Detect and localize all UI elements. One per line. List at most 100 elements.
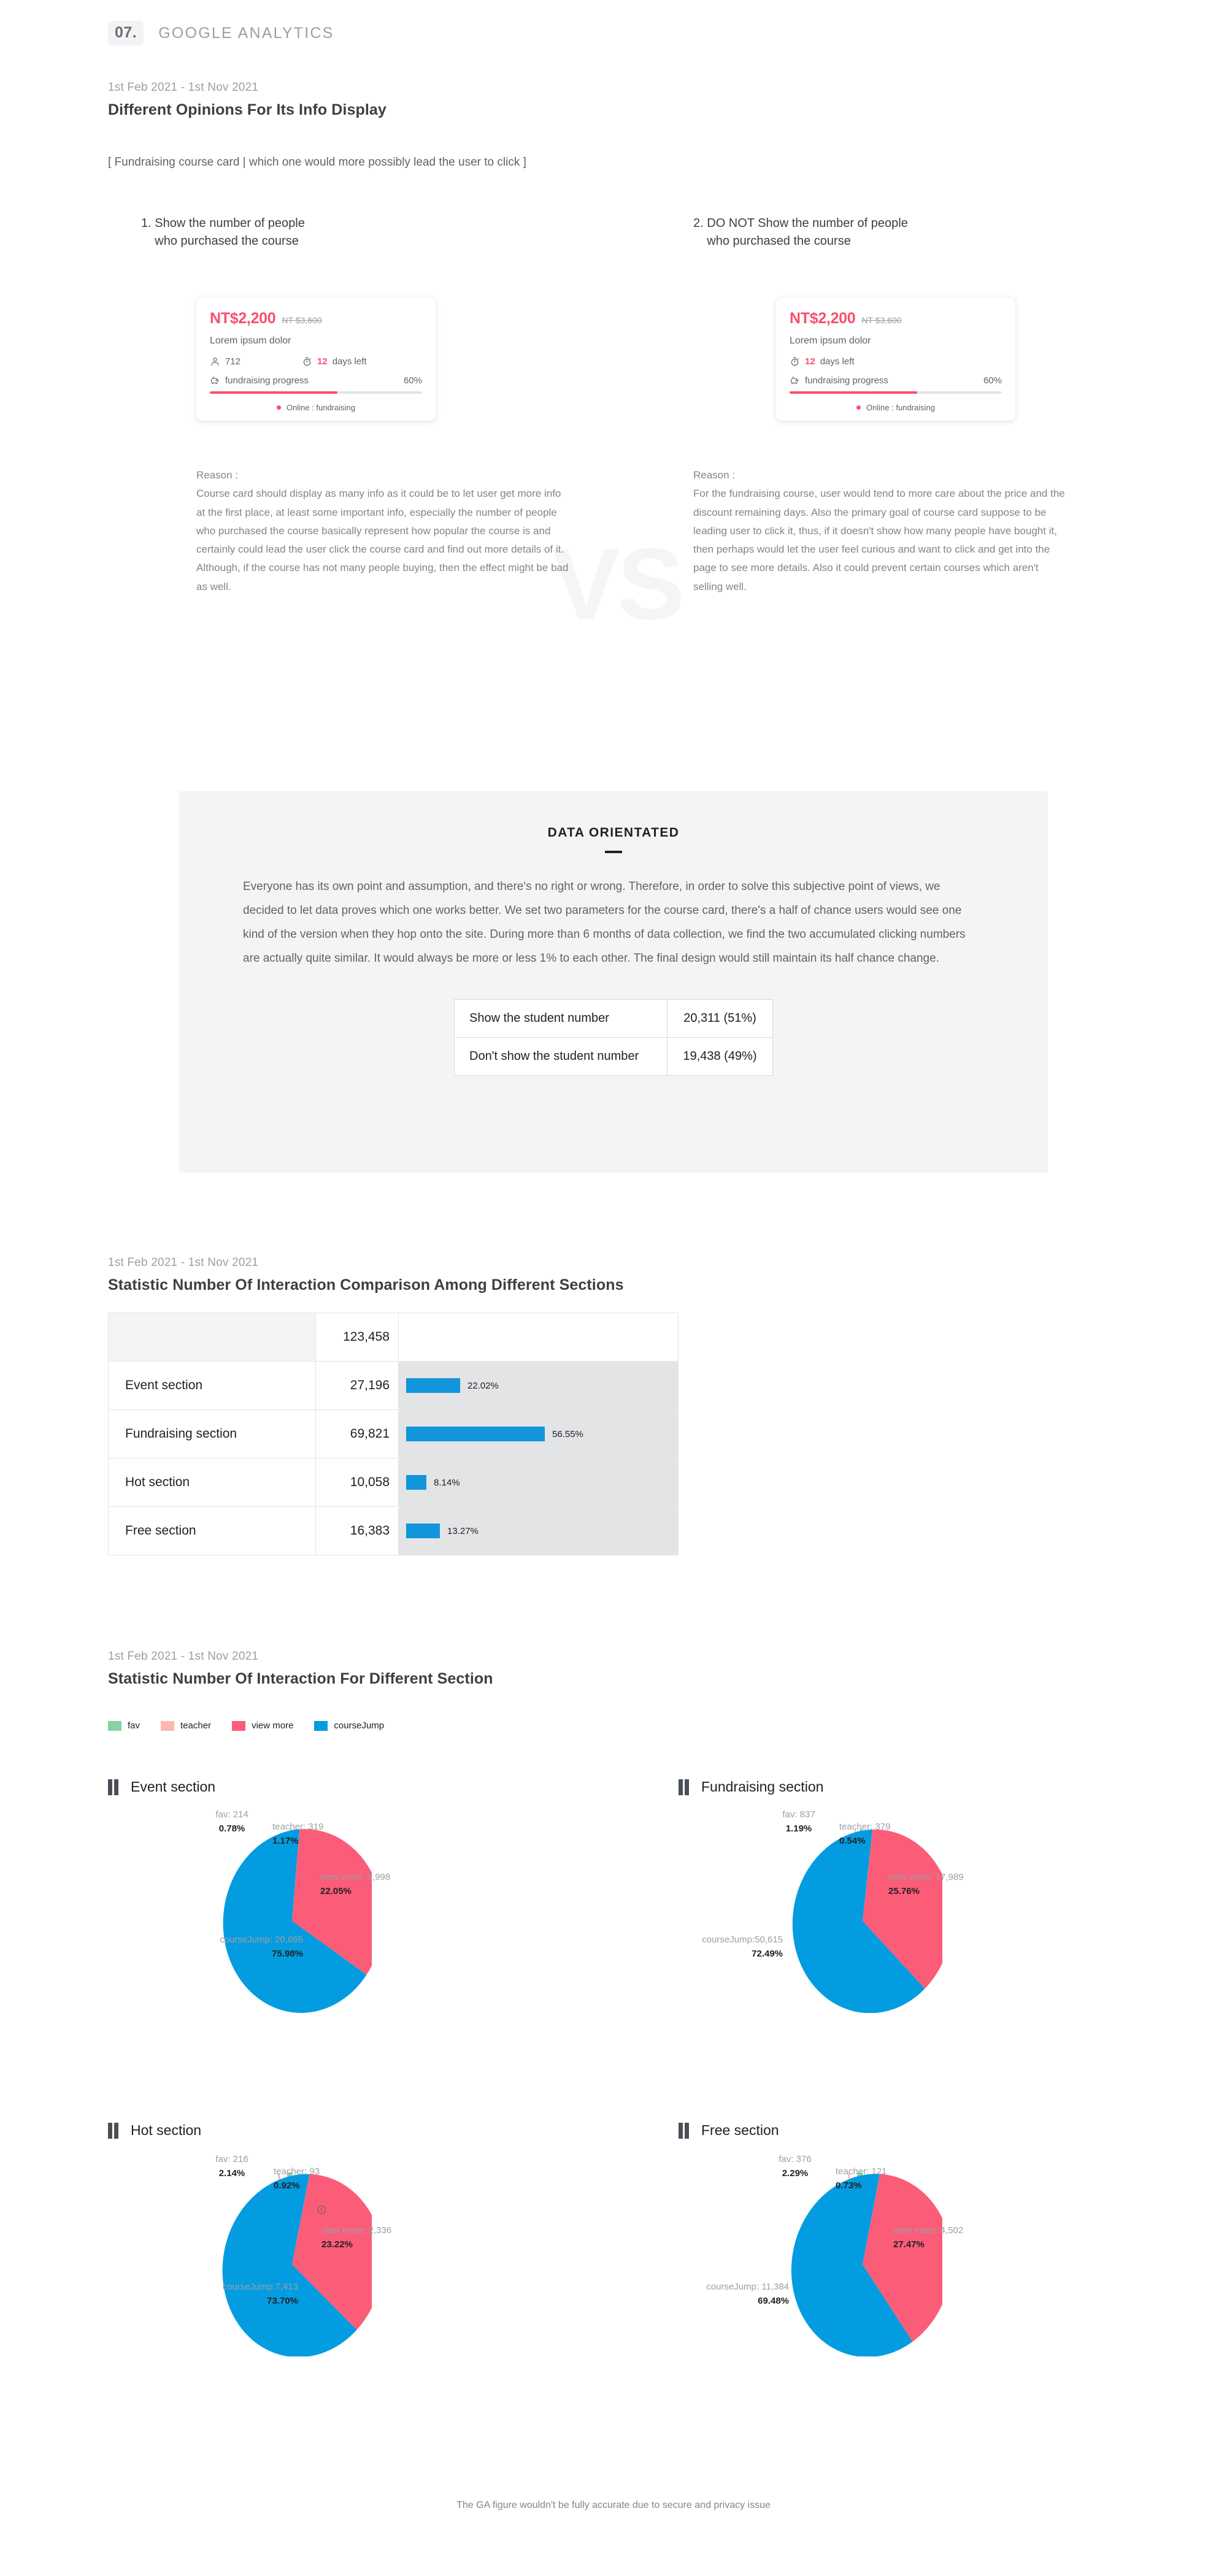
bars-marker-icon [108,2122,118,2139]
data-orientated-title: DATA ORIENTATED [547,826,680,840]
piggy-bank-icon [210,375,220,386]
pie-label-percent: 0.92% [274,2180,300,2191]
table-row: Fundraising section 69,821 56.55% [108,1409,679,1459]
bars-marker-icon [108,1779,118,1795]
ab-row-label: Show the student number [454,999,667,1038]
pie-label-coursejump: courseJump: 11,384 69.48% [611,2280,789,2309]
legend-item-view-more[interactable]: view more [232,1720,293,1731]
ab-row-label: Don't show the student number [454,1037,667,1076]
course-card-2[interactable]: NT$2,200 NT $3,600 Lorem ipsum dolor 12 … [776,297,1015,421]
legend-item-coursejump[interactable]: courseJump [314,1720,384,1731]
pie-label-percent: 23.22% [321,2239,353,2250]
legend-label: courseJump [334,1720,385,1731]
card-status: Online : fundraising [210,403,422,412]
pie-label-percent: 73.70% [267,2296,298,2307]
status-text: Online : fundraising [866,403,935,412]
pie-label-percent: 72.49% [752,1949,783,1960]
bar-percent: 8.14% [434,1477,460,1488]
legend-item-teacher[interactable]: teacher [161,1720,211,1731]
pie-title-row: Fundraising section [679,1779,1227,1795]
row-label: Fundraising section [108,1409,316,1459]
pie-label-percent: 2.14% [218,2168,245,2179]
option-2-title-line2: who purchased the course [707,234,851,248]
pie-canvas-area: courseJump: 11,384 69.48% fav: 376 2.29%… [679,2139,1227,2427]
pie-label-percent: 25.76% [888,1886,920,1897]
person-icon [210,356,220,367]
data-orientated-paragraph: Everyone has its own point and assumptio… [243,880,966,965]
data-orientated-panel: DATA ORIENTATED Everyone has its own poi… [179,791,1048,1173]
interaction-comparison-table: 123,458 Event section 27,196 22.02% Fund… [108,1313,679,1555]
ab-row-value: 20,311 (51%) [667,999,773,1038]
price-original: NT $3,600 [282,315,322,325]
pie-chart-name: Event section [131,1779,216,1795]
days-left-text: days left [820,356,855,367]
pie-label-percent: 75.98% [272,1949,303,1960]
compare-area: VS 1. Show the number of people who purc… [0,215,1227,754]
ab-result-table: Show the student number 20,311 (51%) Don… [454,999,773,1076]
option-1-title: 1. Show the number of people who purchas… [141,215,571,250]
table-row: Don't show the student number 19,438 (49… [454,1037,773,1076]
page-header: 07. GOOGLE ANALYTICS [108,21,334,45]
table-row: Hot section 10,058 8.14% [108,1458,679,1507]
pie-svg-event [223,1829,372,2013]
days-left-text: days left [332,356,367,367]
pie-label-percent: 1.17% [272,1836,299,1847]
option-2-title: 2. DO NOT Show the number of people who … [693,215,1123,250]
pie-label-percent: 69.48% [758,2296,789,2307]
stopwatch-icon [790,356,800,367]
pie-label-teacher: teacher: 319 1.17% [272,1820,395,1849]
bar-fill [406,1524,440,1538]
fundraising-progress-row: fundraising progress 60% [210,375,422,386]
pie-chart-free-section: Free section courseJump: 11,384 69.48% f… [679,2122,1227,2466]
bar-fill [406,1427,545,1441]
option-2-title-line1: DO NOT Show the number of people [707,217,908,230]
legend-item-fav[interactable]: fav [108,1720,140,1731]
option-2-reason: Reason : For the fundraising course, use… [693,466,1067,596]
pie-label-view-more: view more: 5,998 22.05% [320,1870,467,1899]
pie-chart-name: Hot section [131,2122,202,2138]
course-subtitle: Lorem ipsum dolor [790,335,871,346]
pie-label-percent: 0.54% [839,1836,866,1847]
pie-label-value: view more: 5,998 [320,1872,391,1882]
footer-note: The GA figure wouldn't be fully accurate… [456,2500,771,2510]
table-row: Free section 16,383 13.27% [108,1506,679,1555]
fundraising-progress-label: fundraising progress [805,375,888,386]
opinions-caption: [ Fundraising course card | which one wo… [108,156,526,169]
pie-title-row: Hot section [108,2122,660,2139]
pie-label-value: view more: 4,502 [893,2225,964,2236]
pie-chart-hot-section: Hot section courseJump:7,413 73.70% fav:… [108,2122,660,2466]
days-left-number: 12 [805,356,815,367]
table-row: Event section 27,196 22.02% [108,1361,679,1410]
legend-label: fav [128,1720,140,1731]
row-value: 69,821 [315,1409,399,1459]
bar-fill [406,1378,460,1393]
ab-row-value: 19,438 (49%) [667,1037,773,1076]
pie-label-percent: 0.78% [218,1823,245,1834]
pies-section-head: 1st Feb 2021 - 1st Nov 2021 Statistic Nu… [108,1650,493,1688]
pie-svg-free [791,2172,942,2356]
price-current: NT$2,200 [210,310,276,327]
price-row: NT$2,200 NT $3,600 [210,310,422,328]
pie-label-fav: fav: 216 2.14% [177,2152,287,2181]
row-bar-cell: 22.02% [398,1361,679,1410]
pie-label-teacher: teacher: 93 0.92% [274,2164,396,2193]
option-2-column: 2. DO NOT Show the number of people who … [693,215,1123,592]
row-bar-cell: 13.27% [398,1506,679,1555]
pie-label-value: fav: 376 [779,2154,812,2164]
row-value: 10,058 [315,1458,399,1507]
course-meta-row: 712 12 days left [210,356,422,367]
legend-swatch-teacher [161,1720,175,1731]
purchaser-count: 712 [225,356,241,367]
bar-percent: 13.27% [447,1525,479,1536]
status-dot-icon [856,405,861,410]
course-card-1[interactable]: NT$2,200 NT $3,600 Lorem ipsum dolor 712 [196,297,436,421]
ga-report-page: 07. GOOGLE ANALYTICS 1st Feb 2021 - 1st … [0,0,1227,2576]
option-1-text: Show the number of people who purchased … [155,215,305,250]
pie-label-value: courseJump:50,615 [702,1934,783,1945]
pie-label-teacher: teacher: 121 0.73% [836,2164,958,2193]
progress-bar [790,391,1002,394]
legend-swatch-coursejump [314,1720,328,1731]
option-1-reason: Reason : Course card should display as m… [196,466,571,596]
pie-canvas-area: courseJump: 20,665 75.98% fav: 214 0.78%… [108,1795,660,2083]
bar-fill [406,1475,426,1490]
